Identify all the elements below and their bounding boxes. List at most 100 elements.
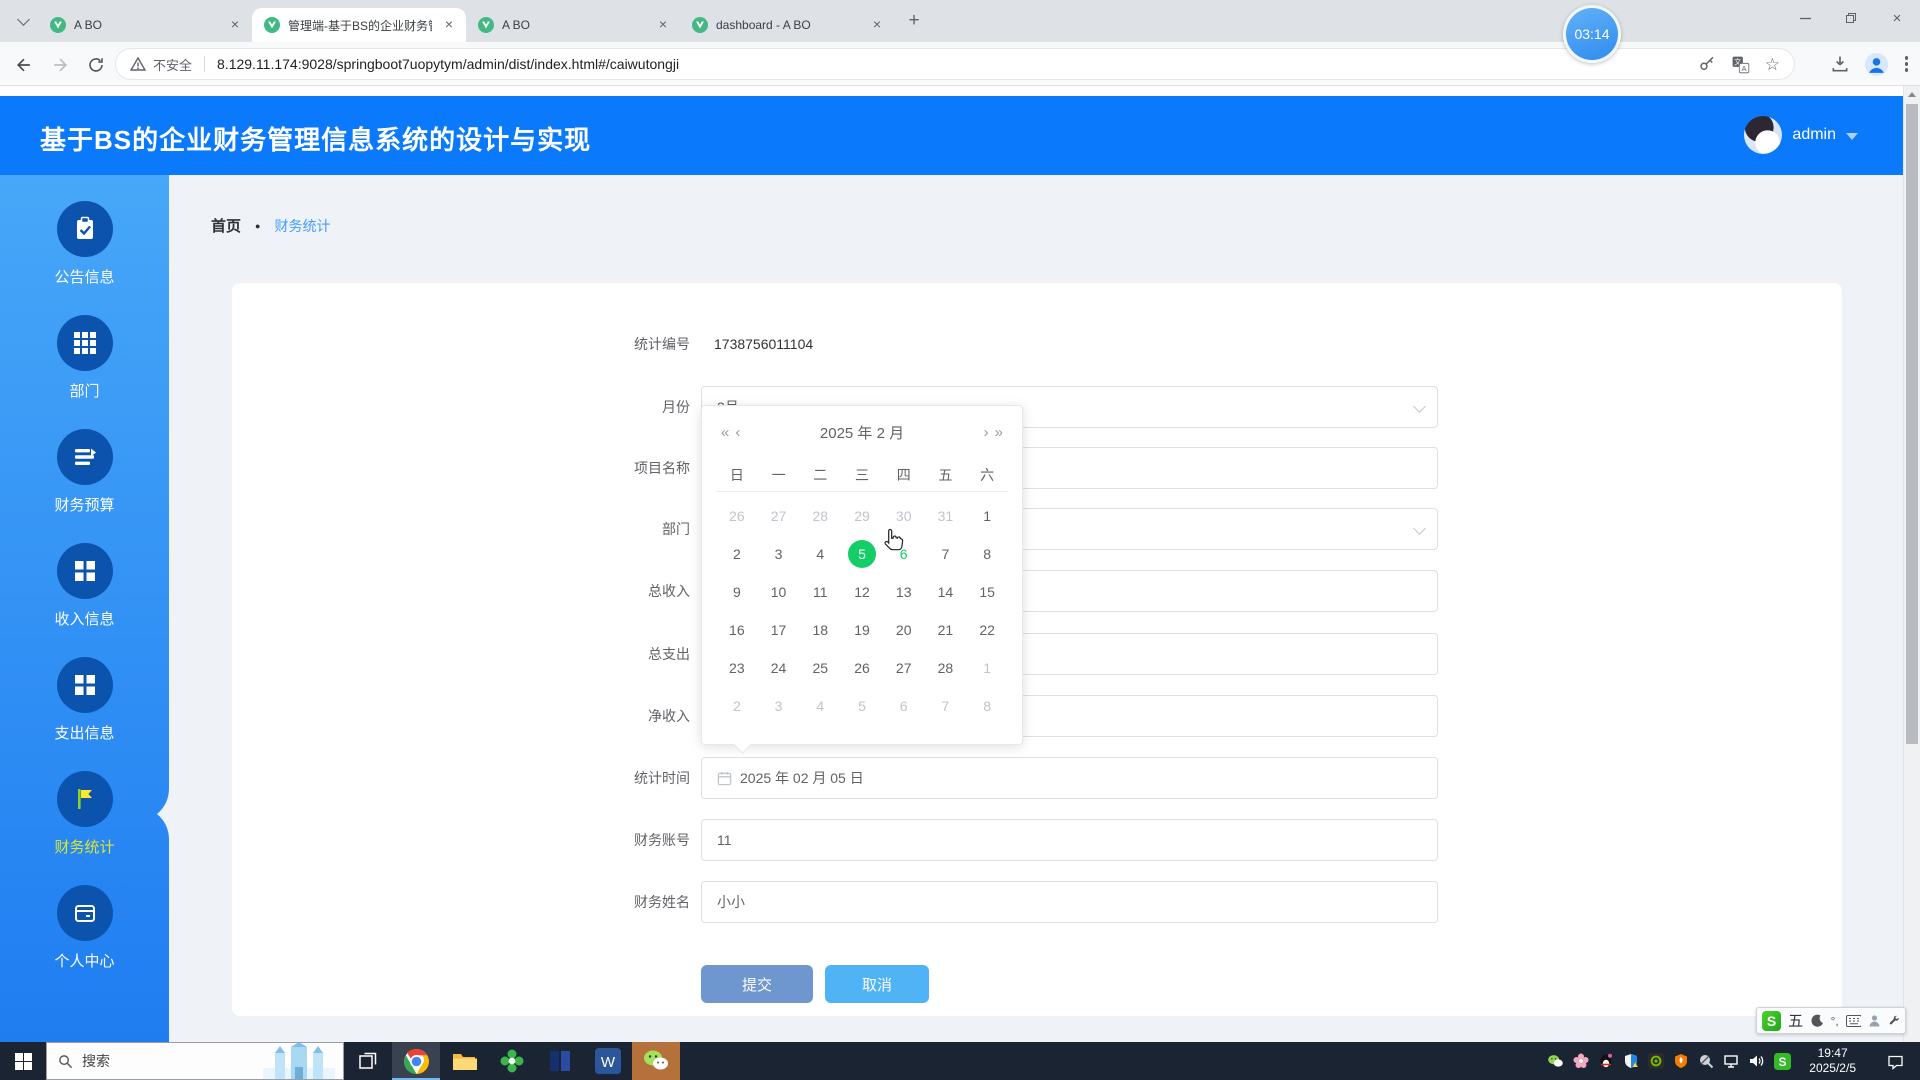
calendar-day[interactable]: 27 <box>883 649 925 687</box>
scrollbar-up-arrow[interactable] <box>1904 86 1920 102</box>
calendar-day[interactable]: 29 <box>841 497 883 535</box>
new-tab-button[interactable]: + <box>900 7 928 35</box>
browser-tab[interactable]: A BO × <box>466 8 680 42</box>
calendar-day[interactable]: 24 <box>758 649 800 687</box>
tray-icon[interactable] <box>1723 1053 1739 1069</box>
scrollbar[interactable] <box>1903 86 1920 1042</box>
calendar-day[interactable]: 23 <box>716 649 758 687</box>
taskbar-search-box[interactable]: 搜索 <box>46 1042 344 1080</box>
calendar-day[interactable]: 2 <box>716 535 758 573</box>
ime-mode-label[interactable]: 五 <box>1788 1010 1803 1031</box>
taskbar-app[interactable] <box>392 1042 440 1080</box>
password-key-icon[interactable] <box>1698 55 1716 73</box>
forward-button[interactable] <box>48 53 72 77</box>
action-center-button[interactable] <box>1874 1053 1916 1070</box>
tray-icon[interactable] <box>1748 1053 1765 1069</box>
calendar-day[interactable]: 5 <box>841 535 883 573</box>
browser-tab[interactable]: dashboard - A BO × <box>680 8 894 42</box>
tray-icon[interactable] <box>1573 1053 1589 1069</box>
account-input[interactable]: 11 <box>701 819 1438 861</box>
tray-icon[interactable] <box>1673 1053 1689 1069</box>
back-button[interactable] <box>12 53 36 77</box>
sidebar-item[interactable]: 支出信息 <box>0 643 169 757</box>
taskbar-app[interactable] <box>344 1042 392 1080</box>
calendar-day[interactable]: 8 <box>966 687 1008 725</box>
prev-year-button[interactable]: « <box>718 425 732 440</box>
sidebar-item[interactable]: 部门 <box>0 301 169 415</box>
security-chip[interactable]: 不安全 <box>130 55 192 74</box>
calendar-day[interactable]: 25 <box>799 649 841 687</box>
stat-time-date-input[interactable]: 2025 年 02 月 05 日 <box>701 757 1438 799</box>
restore-button[interactable] <box>1828 0 1874 36</box>
calendar-day[interactable]: 21 <box>925 611 967 649</box>
close-button[interactable]: × <box>1874 0 1920 36</box>
calendar-day[interactable]: 14 <box>925 573 967 611</box>
calendar-day[interactable]: 28 <box>799 497 841 535</box>
ime-toolbar[interactable]: S 五 °, <box>1756 1007 1906 1034</box>
sidebar-item[interactable]: 公告信息 <box>0 187 169 301</box>
tab-close-icon[interactable]: × <box>226 16 244 34</box>
calendar-day[interactable]: 12 <box>841 573 883 611</box>
calendar-day[interactable]: 8 <box>966 535 1008 573</box>
calendar-day[interactable]: 3 <box>758 687 800 725</box>
calendar-day[interactable]: 13 <box>883 573 925 611</box>
next-month-button[interactable]: › <box>981 425 992 440</box>
person-icon[interactable] <box>1868 1014 1880 1027</box>
tray-icon[interactable] <box>1547 1053 1564 1070</box>
bookmark-star-icon[interactable]: ☆ <box>1765 56 1780 73</box>
calendar-day[interactable]: 28 <box>925 649 967 687</box>
download-icon[interactable] <box>1830 54 1850 74</box>
calendar-day[interactable]: 2 <box>716 687 758 725</box>
browser-tab[interactable]: 管理端-基于BS的企业财务管理 × <box>252 8 466 42</box>
fin-name-input[interactable]: 小小 <box>701 881 1438 923</box>
refresh-button[interactable] <box>84 53 108 77</box>
tray-icon[interactable] <box>1648 1053 1665 1069</box>
calendar-day[interactable]: 26 <box>716 497 758 535</box>
tab-close-icon[interactable]: × <box>868 16 886 34</box>
browser-menu-icon[interactable] <box>1903 54 1911 74</box>
tab-close-icon[interactable]: × <box>440 16 458 34</box>
breadcrumb-home[interactable]: 首页 <box>211 215 241 236</box>
calendar-day[interactable]: 1 <box>966 497 1008 535</box>
taskbar-app[interactable] <box>632 1042 680 1080</box>
translate-icon[interactable]: 文A <box>1731 55 1750 74</box>
calendar-day[interactable]: 7 <box>925 535 967 573</box>
calendar-day[interactable]: 17 <box>758 611 800 649</box>
tray-icon[interactable] <box>1698 1053 1714 1069</box>
calendar-day[interactable]: 20 <box>883 611 925 649</box>
sogou-logo-icon[interactable]: S <box>1762 1010 1782 1031</box>
calendar-day[interactable]: 27 <box>758 497 800 535</box>
tray-icon[interactable]: S <box>1774 1052 1792 1070</box>
calendar-day[interactable]: 31 <box>925 497 967 535</box>
submit-button[interactable]: 提交 <box>701 965 813 1003</box>
sidebar-item[interactable]: 财务预算 <box>0 415 169 529</box>
address-bar[interactable]: 不安全 8.129.11.174:9028/springboot7uopytym… <box>116 49 1794 79</box>
punctuation-icon[interactable]: °, <box>1831 1014 1839 1028</box>
calendar-day[interactable]: 4 <box>799 687 841 725</box>
tray-icon[interactable] <box>1623 1053 1639 1069</box>
profile-icon[interactable] <box>1864 52 1888 76</box>
calendar-day[interactable]: 3 <box>758 535 800 573</box>
wrench-icon[interactable] <box>1888 1014 1900 1027</box>
sidebar-item[interactable]: 收入信息 <box>0 529 169 643</box>
scrollbar-thumb[interactable] <box>1906 104 1918 744</box>
calendar-day[interactable]: 6 <box>883 687 925 725</box>
start-button[interactable] <box>0 1042 46 1080</box>
calendar-day[interactable]: 22 <box>966 611 1008 649</box>
calendar-day[interactable]: 15 <box>966 573 1008 611</box>
calendar-day[interactable]: 9 <box>716 573 758 611</box>
calendar-day[interactable]: 1 <box>966 649 1008 687</box>
calendar-day[interactable]: 10 <box>758 573 800 611</box>
tray-icon[interactable] <box>1598 1053 1614 1069</box>
calendar-day[interactable]: 5 <box>841 687 883 725</box>
minimize-button[interactable] <box>1782 0 1828 36</box>
calendar-day[interactable]: 11 <box>799 573 841 611</box>
keyboard-icon[interactable] <box>1845 1014 1862 1027</box>
taskbar-clock[interactable]: 19:47 2025/2/5 <box>1800 1046 1865 1076</box>
calendar-day[interactable]: 16 <box>716 611 758 649</box>
taskbar-app[interactable]: W <box>584 1042 632 1080</box>
taskbar-app[interactable] <box>536 1042 584 1080</box>
taskbar-app[interactable] <box>440 1042 488 1080</box>
taskbar-app[interactable] <box>488 1042 536 1080</box>
sidebar-item[interactable]: 个人中心 <box>0 871 169 985</box>
